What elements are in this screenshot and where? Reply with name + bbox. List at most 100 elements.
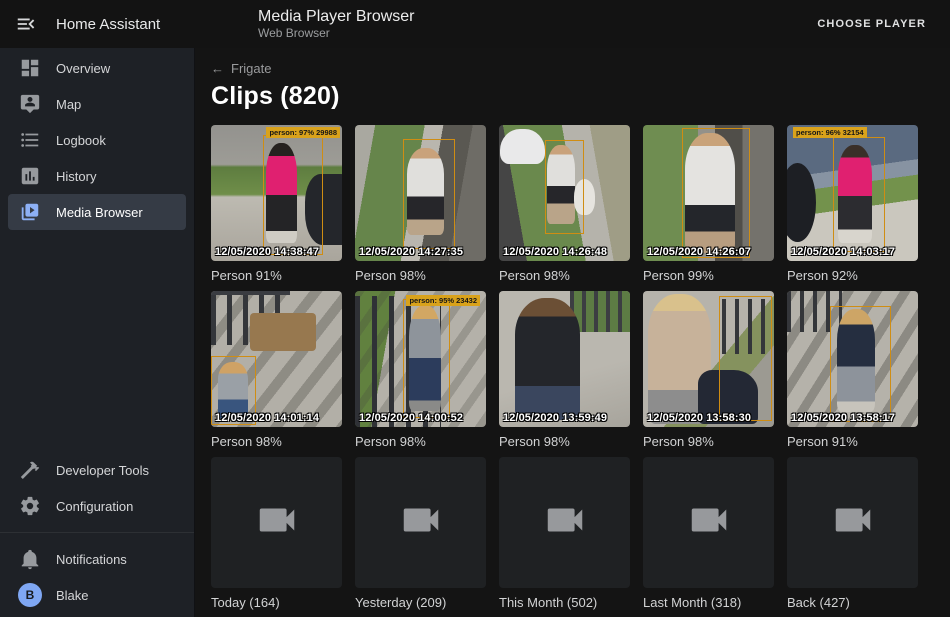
sidebar-divider xyxy=(0,532,194,533)
clip-timestamp: 12/05/2020 14:00:52 xyxy=(359,412,463,424)
video-camera-icon xyxy=(686,497,732,548)
clip-thumbnail: person: 96% 32154 12/05/2020 14:03:17 xyxy=(787,125,918,261)
sidebar-item-map[interactable]: Map xyxy=(8,86,186,122)
chart-box-icon xyxy=(18,164,42,188)
clip-tile[interactable]: 12/05/2020 14:26:07 Person 99% xyxy=(643,125,774,284)
clip-caption: Person 98% xyxy=(355,433,486,450)
sidebar-item-profile[interactable]: B Blake xyxy=(8,577,186,613)
clip-caption: Person 98% xyxy=(643,433,774,450)
sidebar-item-developer-tools[interactable]: Developer Tools xyxy=(8,452,186,488)
clip-thumbnail: 12/05/2020 13:59:49 xyxy=(499,291,630,427)
clip-timestamp: 12/05/2020 14:03:17 xyxy=(791,246,895,258)
clip-timestamp: 12/05/2020 14:27:35 xyxy=(359,246,463,258)
clip-timestamp: 12/05/2020 13:58:17 xyxy=(791,412,895,424)
clip-timestamp: 12/05/2020 14:01:14 xyxy=(215,412,319,424)
hammer-icon xyxy=(18,458,42,482)
clip-tile[interactable]: 12/05/2020 13:58:17 Person 91% xyxy=(787,291,918,450)
clip-caption: Person 98% xyxy=(499,267,630,284)
page-heading: Media Player Browser Web Browser xyxy=(258,8,415,40)
clip-tile[interactable]: person: 95% 23432 12/05/2020 14:00:52 Pe… xyxy=(355,291,486,450)
media-browser-content: ← Frigate Clips (820) person: 97% 29988 … xyxy=(195,48,950,617)
video-camera-icon xyxy=(398,497,444,548)
sidebar-header: Home Assistant xyxy=(0,4,195,44)
detection-bbox xyxy=(263,135,323,255)
sidebar-item-history[interactable]: History xyxy=(8,158,186,194)
back-arrow-icon: ← xyxy=(211,61,224,76)
detection-bbox xyxy=(545,140,584,234)
folder-label: This Month (502) xyxy=(499,594,630,611)
folder-thumbnail xyxy=(355,457,486,588)
clip-thumbnail: person: 97% 29988 12/05/2020 14:38:47 xyxy=(211,125,342,261)
detection-label: person: 95% 23432 xyxy=(406,295,480,306)
folder-label: Yesterday (209) xyxy=(355,594,486,611)
folder-tile-yesterday[interactable]: Yesterday (209) xyxy=(355,457,486,611)
sidebar-item-notifications[interactable]: Notifications xyxy=(8,541,186,577)
sidebar: Overview Map Logbook History Media Brows… xyxy=(0,48,195,617)
detection-label: person: 97% 29988 xyxy=(266,127,340,138)
clip-thumbnail: 12/05/2020 13:58:30 xyxy=(643,291,774,427)
clip-caption: Person 98% xyxy=(211,433,342,450)
sidebar-item-label: Notifications xyxy=(56,552,127,567)
folder-thumbnail xyxy=(643,457,774,588)
menu-open-icon[interactable] xyxy=(6,4,46,44)
home-assistant-window: Home Assistant Media Player Browser Web … xyxy=(0,0,950,617)
sidebar-item-label: Developer Tools xyxy=(56,463,149,478)
choose-player-button[interactable]: CHOOSE PLAYER xyxy=(807,10,936,38)
sidebar-item-label: Configuration xyxy=(56,499,133,514)
clip-caption: Person 98% xyxy=(499,433,630,450)
detection-bbox xyxy=(403,299,450,418)
clip-tile[interactable]: person: 96% 32154 12/05/2020 14:03:17 Pe… xyxy=(787,125,918,284)
folder-tile-back[interactable]: Back (427) xyxy=(787,457,918,611)
sidebar-item-overview[interactable]: Overview xyxy=(8,50,186,86)
clip-timestamp: 12/05/2020 14:26:48 xyxy=(503,246,607,258)
sidebar-bottom-padding xyxy=(0,613,194,617)
sidebar-item-media-browser[interactable]: Media Browser xyxy=(8,194,186,230)
clip-thumbnail: 12/05/2020 14:26:48 xyxy=(499,125,630,261)
page-header-subtitle: Web Browser xyxy=(258,26,415,40)
folder-label: Today (164) xyxy=(211,594,342,611)
video-camera-icon xyxy=(542,497,588,548)
sidebar-item-logbook[interactable]: Logbook xyxy=(8,122,186,158)
folder-label: Back (427) xyxy=(787,594,918,611)
detection-bbox xyxy=(719,296,772,420)
video-camera-icon xyxy=(254,497,300,548)
clip-timestamp: 12/05/2020 14:26:07 xyxy=(647,246,751,258)
sidebar-item-label: Media Browser xyxy=(56,205,143,220)
folder-tile-last-month[interactable]: Last Month (318) xyxy=(643,457,774,611)
breadcrumb-label: Frigate xyxy=(231,61,271,76)
folder-tile-this-month[interactable]: This Month (502) xyxy=(499,457,630,611)
clip-tile[interactable]: 12/05/2020 14:26:48 Person 98% xyxy=(499,125,630,284)
top-app-bar: Home Assistant Media Player Browser Web … xyxy=(0,0,950,48)
breadcrumb[interactable]: ← Frigate xyxy=(211,61,271,76)
clip-caption: Person 92% xyxy=(787,267,918,284)
clip-tile[interactable]: 12/05/2020 13:59:49 Person 98% xyxy=(499,291,630,450)
clip-timestamp: 12/05/2020 13:58:30 xyxy=(647,412,751,424)
person-figure xyxy=(515,298,581,420)
page-title: Clips (820) xyxy=(211,82,934,111)
sidebar-item-label: Map xyxy=(56,97,81,112)
clip-tile[interactable]: person: 97% 29988 12/05/2020 14:38:47 Pe… xyxy=(211,125,342,284)
detection-bbox xyxy=(830,306,891,422)
page-header: Media Player Browser Web Browser CHOOSE … xyxy=(195,0,950,48)
clip-caption: Person 98% xyxy=(355,267,486,284)
sidebar-item-label: Blake xyxy=(56,588,89,603)
detection-bbox xyxy=(403,139,455,250)
folder-tile-today[interactable]: Today (164) xyxy=(211,457,342,611)
clip-tile[interactable]: 12/05/2020 13:58:30 Person 98% xyxy=(643,291,774,450)
garden-bed-figure xyxy=(250,313,316,351)
bell-icon xyxy=(18,547,42,571)
folder-label: Last Month (318) xyxy=(643,594,774,611)
detection-label: person: 96% 32154 xyxy=(793,127,867,138)
sidebar-item-configuration[interactable]: Configuration xyxy=(8,488,186,524)
folder-thumbnail xyxy=(499,457,630,588)
clip-thumbnail: 12/05/2020 14:26:07 xyxy=(643,125,774,261)
sidebar-item-label: History xyxy=(56,169,96,184)
clips-grid: person: 97% 29988 12/05/2020 14:38:47 Pe… xyxy=(211,125,934,611)
clip-tile[interactable]: 12/05/2020 14:01:14 Person 98% xyxy=(211,291,342,450)
clip-caption: Person 91% xyxy=(211,267,342,284)
sidebar-item-label: Overview xyxy=(56,61,110,76)
folder-thumbnail xyxy=(787,457,918,588)
video-camera-icon xyxy=(830,497,876,548)
clip-tile[interactable]: 12/05/2020 14:27:35 Person 98% xyxy=(355,125,486,284)
stroller-wheel-figure xyxy=(787,163,816,242)
